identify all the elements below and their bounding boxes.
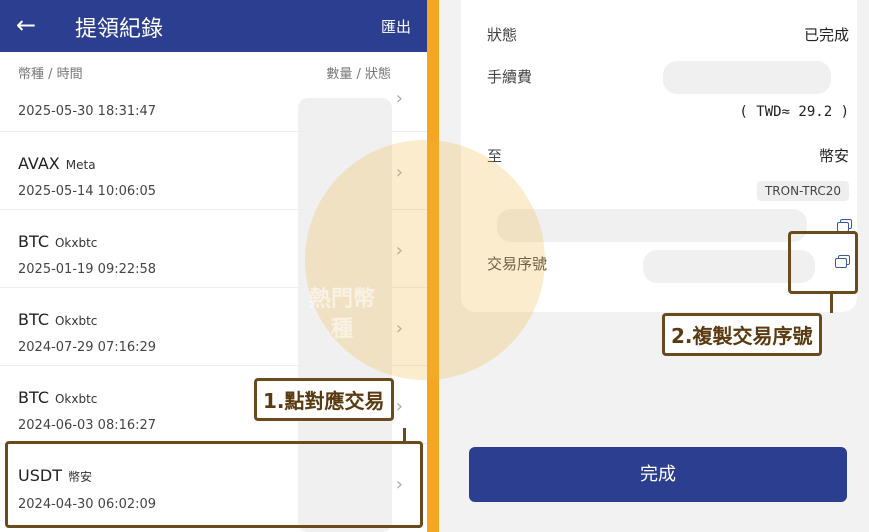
address-placeholder [497,209,807,242]
status-value: 已完成 [803,26,849,44]
fee-value-placeholder [663,61,831,94]
annotation-connector [830,293,833,313]
exchange-name: Meta [65,158,96,172]
annotation-connector [403,428,406,442]
exchange-name: Okxbtc [54,314,98,328]
transaction-time: 2025-05-14 10:06:05 [18,184,157,199]
list-item[interactable]: 2025-05-30 18:31:47 › [0,88,427,132]
fee-label: 手續費 [487,68,533,86]
export-button[interactable]: 匯出 [381,16,411,37]
column-headers: 幣種 / 時間 數量 / 狀態 [0,52,427,88]
transaction-time: 2024-06-03 08:16:27 [18,418,157,433]
watermark-text: 熱門幣種 [308,287,375,342]
annotation-highlight-row [5,441,423,528]
column-header-amount-status: 數量 / 狀態 [326,67,391,82]
fee-twd-value: ( TWD≈ 29.2 ) [739,104,849,120]
transaction-time: 2024-07-29 07:16:29 [18,340,157,355]
annotation-highlight-copy [788,231,858,294]
column-header-asset-time: 幣種 / 時間 [18,67,83,82]
destination-value: 幣安 [818,147,849,165]
transaction-time: 2025-05-30 18:31:47 [18,104,157,119]
page-title: 提領紀錄 [75,17,164,42]
exchange-name: Okxbtc [54,236,98,250]
done-button[interactable]: 完成 [469,447,847,502]
asset-symbol: BTC [18,388,49,407]
asset-symbol: BTC [18,310,49,329]
transaction-time: 2025-01-19 09:22:58 [18,262,157,277]
asset-symbol: BTC [18,232,49,251]
annotation-step2-label: 2.複製交易序號 [662,313,822,356]
chain-badge: TRON-TRC20 [756,181,849,201]
back-arrow-icon[interactable]: ← [16,10,46,40]
copy-icon[interactable] [837,219,852,232]
chevron-right-icon: › [395,88,403,109]
annotation-step1-label: 1.點對應交易 [254,378,394,421]
chevron-right-icon: › [395,396,403,417]
asset-symbol: AVAX [18,154,60,173]
exchange-name: Okxbtc [54,392,98,406]
status-label: 狀態 [487,26,518,44]
app-header: ← 提領紀錄 匯出 [0,0,427,52]
